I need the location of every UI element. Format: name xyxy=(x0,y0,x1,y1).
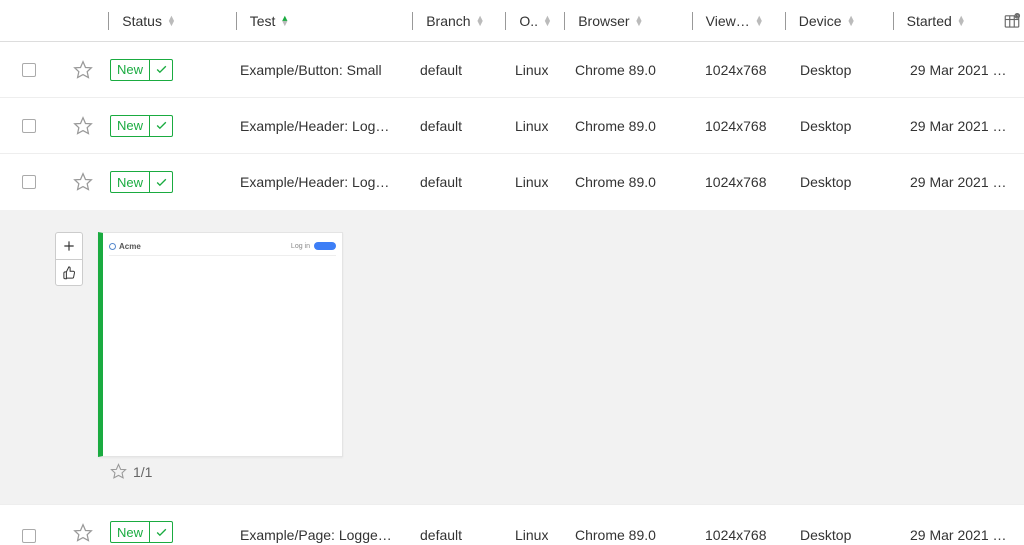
star-icon[interactable] xyxy=(73,60,93,80)
test-name: Example/Button: Small xyxy=(240,62,382,78)
thumbs-up-icon xyxy=(62,265,77,280)
row-checkbox[interactable] xyxy=(22,529,36,543)
browser: Chrome 89.0 xyxy=(575,62,656,78)
check-icon xyxy=(150,176,172,189)
col-header-os[interactable]: O.. ▲▼ xyxy=(505,12,552,30)
sort-icon: ▲▼ xyxy=(957,16,966,26)
sort-icon: ▲▼ xyxy=(635,16,644,26)
started: 29 Mar 2021 … xyxy=(910,118,1007,134)
star-icon[interactable] xyxy=(73,523,93,543)
device: Desktop xyxy=(800,62,851,78)
star-icon[interactable] xyxy=(73,116,93,136)
col-header-test[interactable]: Test ▲▼ xyxy=(236,12,290,30)
col-header-browser[interactable]: Browser ▲▼ xyxy=(564,12,643,30)
preview-footer: 1/1 xyxy=(98,457,343,486)
expanded-preview: Acme Log in 1/1 xyxy=(0,210,1024,505)
test-name: Example/Header: Log… xyxy=(240,174,389,190)
table-row[interactable]: New Example/Header: Log… default Linux C… xyxy=(0,154,1024,210)
started: 29 Mar 2021 … xyxy=(910,174,1007,190)
test-name: Example/Header: Log… xyxy=(240,118,389,134)
row-checkbox[interactable] xyxy=(22,175,36,189)
branch: default xyxy=(420,527,462,543)
preview-signup-pill xyxy=(314,242,336,250)
status-badge[interactable]: New xyxy=(110,521,173,543)
preview-counter: 1/1 xyxy=(133,464,152,480)
sort-icon: ▲▼ xyxy=(755,16,764,26)
plus-icon xyxy=(62,239,76,253)
zoom-in-button[interactable] xyxy=(56,233,82,259)
os: Linux xyxy=(515,62,548,78)
preview-brand: Acme xyxy=(109,242,141,251)
check-icon xyxy=(150,526,172,539)
device: Desktop xyxy=(800,174,851,190)
preview-thumbnail[interactable]: Acme Log in xyxy=(98,232,343,457)
col-header-branch[interactable]: Branch ▲▼ xyxy=(412,12,484,30)
preview-thumbnail-wrap: Acme Log in 1/1 xyxy=(98,232,343,486)
browser: Chrome 89.0 xyxy=(575,174,656,190)
viewport: 1024x768 xyxy=(705,62,767,78)
col-label: O.. xyxy=(519,13,538,29)
table-row[interactable]: New Example/Button: Small default Linux … xyxy=(0,42,1024,98)
viewport: 1024x768 xyxy=(705,174,767,190)
col-header-status[interactable]: Status ▲▼ xyxy=(108,12,176,30)
branch: default xyxy=(420,174,462,190)
viewport: 1024x768 xyxy=(705,118,767,134)
table-gear-icon xyxy=(1003,12,1021,30)
browser: Chrome 89.0 xyxy=(575,118,656,134)
device: Desktop xyxy=(800,118,851,134)
device: Desktop xyxy=(800,527,851,543)
started: 29 Mar 2021 … xyxy=(910,527,1007,543)
row-checkbox[interactable] xyxy=(22,119,36,133)
col-header-device[interactable]: Device ▲▼ xyxy=(785,12,856,30)
branch: default xyxy=(420,62,462,78)
table-header: Status ▲▼ Test ▲▼ Branch ▲▼ O.. ▲▼ xyxy=(0,0,1024,42)
col-header-started[interactable]: Started ▲▼ xyxy=(893,12,966,30)
col-label: Browser xyxy=(578,13,629,29)
sort-icon: ▲▼ xyxy=(280,16,289,26)
started: 29 Mar 2021 … xyxy=(910,62,1007,78)
row-checkbox[interactable] xyxy=(22,63,36,77)
os: Linux xyxy=(515,527,548,543)
col-header-viewport[interactable]: View… ▲▼ xyxy=(692,12,764,30)
sort-icon: ▲▼ xyxy=(167,16,176,26)
branch: default xyxy=(420,118,462,134)
col-label: Status xyxy=(122,13,162,29)
table-row[interactable]: New Example/Page: Logge… default Linux C… xyxy=(0,505,1024,545)
col-label: Started xyxy=(907,13,952,29)
col-label: Test xyxy=(250,13,276,29)
test-name: Example/Page: Logge… xyxy=(240,527,392,543)
table-settings-button[interactable] xyxy=(1000,12,1024,30)
check-icon xyxy=(150,63,172,76)
col-label: Device xyxy=(799,13,842,29)
check-icon xyxy=(150,119,172,132)
star-icon[interactable] xyxy=(110,463,127,480)
viewport: 1024x768 xyxy=(705,527,767,543)
sort-icon: ▲▼ xyxy=(543,16,552,26)
sort-icon: ▲▼ xyxy=(476,16,485,26)
results-table: Status ▲▼ Test ▲▼ Branch ▲▼ O.. ▲▼ xyxy=(0,0,1024,545)
preview-side-controls xyxy=(55,232,83,286)
star-icon[interactable] xyxy=(73,172,93,192)
browser: Chrome 89.0 xyxy=(575,527,656,543)
thumbs-up-button[interactable] xyxy=(56,259,82,285)
os: Linux xyxy=(515,174,548,190)
status-badge[interactable]: New xyxy=(110,171,173,193)
status-badge[interactable]: New xyxy=(110,59,173,81)
os: Linux xyxy=(515,118,548,134)
table-row[interactable]: New Example/Header: Log… default Linux C… xyxy=(0,98,1024,154)
sort-icon: ▲▼ xyxy=(847,16,856,26)
preview-login-text: Log in xyxy=(291,243,310,250)
status-badge[interactable]: New xyxy=(110,115,173,137)
col-label: View… xyxy=(706,13,750,29)
col-label: Branch xyxy=(426,13,470,29)
